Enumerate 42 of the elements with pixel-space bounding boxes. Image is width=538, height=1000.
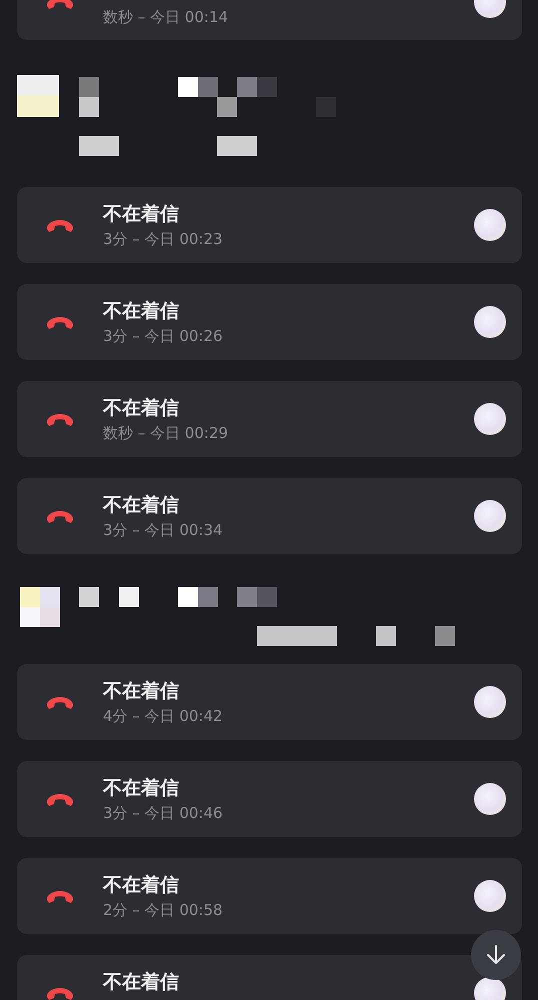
avatar [474,306,506,338]
call-duration-time: 4分 – 今日 00:42 [103,706,224,726]
call-title: 不在着信 [103,298,180,322]
call-title: 不在着信 [103,872,180,896]
call-title: 不在着信 [103,202,180,226]
phone-hangup-icon [45,314,75,330]
call-duration-time: 2分 – 今日 00:58 [103,900,224,920]
phone-hangup-icon [45,508,75,524]
avatar [474,686,506,718]
avatar [474,880,506,912]
call-card[interactable]: 不在着信 3分 – 今日 00:26 [17,284,522,360]
call-title: 不在着信 [103,492,180,516]
avatar [474,977,506,1000]
call-card[interactable]: 不在着信 [17,955,522,1000]
call-duration-time: 数秒 – 今日 00:14 [103,7,230,27]
call-title: 不在着信 [103,970,180,994]
avatar [474,209,506,241]
phone-hangup-icon [45,217,75,233]
call-card[interactable]: 不在着信 2分 – 今日 00:58 [17,858,522,934]
arrow-down-icon [485,944,507,966]
call-duration-time: 3分 – 今日 00:34 [103,520,224,540]
call-card[interactable]: 不在着信 4分 – 今日 00:42 [17,664,522,740]
phone-hangup-icon [45,985,75,1000]
avatar [474,403,506,435]
call-card[interactable]: 数秒 – 今日 00:14 [17,0,522,40]
phone-hangup-icon [45,411,75,427]
phone-hangup-icon [45,694,75,710]
call-card[interactable]: 不在着信 3分 – 今日 00:23 [17,187,522,263]
call-duration-time: 数秒 – 今日 00:29 [103,422,230,442]
phone-hangup-icon [45,791,75,807]
call-title: 不在着信 [103,396,180,420]
avatar [474,783,506,815]
phone-hangup-icon [45,888,75,904]
call-title: 不在着信 [103,776,180,800]
call-card[interactable]: 不在着信 3分 – 今日 00:34 [17,478,522,554]
call-title: 不在着信 [103,678,180,702]
call-card[interactable]: 不在着信 数秒 – 今日 00:29 [17,381,522,457]
call-card[interactable]: 不在着信 3分 – 今日 00:46 [17,761,522,837]
call-duration-time: 3分 – 今日 00:26 [103,326,224,346]
call-duration-time: 3分 – 今日 00:23 [103,228,224,248]
call-duration-time: 3分 – 今日 00:46 [103,802,224,822]
avatar [474,500,506,532]
